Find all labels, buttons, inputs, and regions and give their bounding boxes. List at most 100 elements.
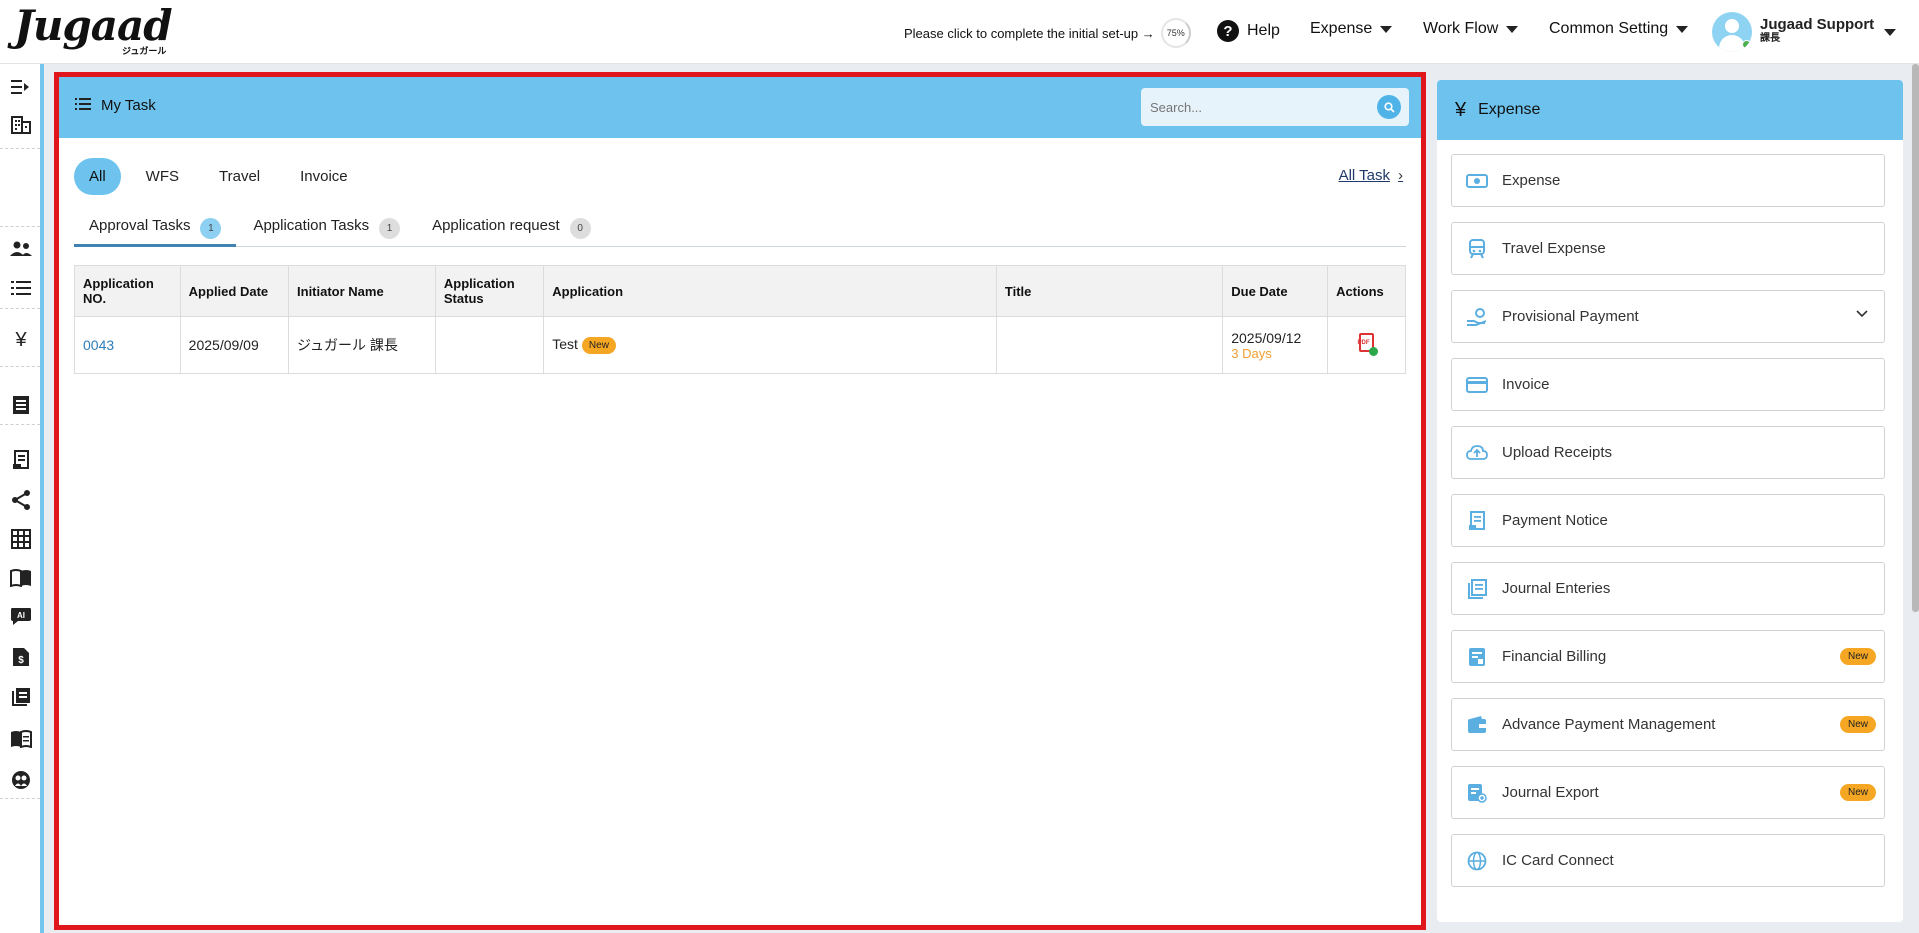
menu-item-label: Invoice <box>1502 376 1550 393</box>
menu-item-journal-export[interactable]: Journal Export New <box>1451 766 1885 819</box>
menu-item-financial-billing[interactable]: Financial Billing New <box>1451 630 1885 683</box>
ai-chat-icon[interactable]: AI <box>10 606 32 628</box>
cell-title <box>995 316 1224 374</box>
column-header-due-date[interactable]: Due Date <box>1222 265 1329 317</box>
collapse-menu-icon[interactable] <box>10 76 32 98</box>
filter-wfs[interactable]: WFS <box>131 158 194 195</box>
invoice-dollar-icon[interactable]: $ <box>10 646 32 668</box>
journal-icon <box>1466 578 1488 600</box>
tab-label: Application Tasks <box>253 217 370 234</box>
filter-travel[interactable]: Travel <box>204 158 275 195</box>
menu-item-label: Upload Receipts <box>1502 444 1613 461</box>
logo[interactable]: Jugaad ジュガール <box>14 1 174 57</box>
nav-workflow-menu[interactable]: Work Flow <box>1423 20 1519 38</box>
svg-text:$: $ <box>18 655 24 666</box>
search-input[interactable] <box>1141 99 1361 115</box>
book-icon[interactable] <box>10 567 32 589</box>
yen-icon: ¥ <box>1455 98 1467 121</box>
column-header-status[interactable]: Application Status <box>434 265 545 317</box>
tab-application-request[interactable]: Application request 0 <box>417 205 606 247</box>
menu-item-journal-entries[interactable]: Journal Enteries <box>1451 562 1885 615</box>
application-name: Test <box>552 336 578 353</box>
column-header-app-no[interactable]: Application NO. <box>74 265 181 317</box>
list-icon[interactable] <box>10 277 32 299</box>
filter-invoice[interactable]: Invoice <box>285 158 363 195</box>
setup-progress-badge: 75% <box>1160 18 1191 48</box>
menu-item-expense[interactable]: Expense <box>1451 154 1885 207</box>
menu-item-travel-expense[interactable]: Travel Expense <box>1451 222 1885 275</box>
building-icon[interactable] <box>10 114 32 136</box>
receipt-icon <box>1466 510 1488 532</box>
menu-item-label: Advance Payment Management <box>1502 716 1716 733</box>
cell-application: Test New <box>543 316 997 374</box>
help-icon: ? <box>1217 20 1239 42</box>
count-badge: 1 <box>379 218 401 239</box>
column-header-initiator[interactable]: Initiator Name <box>288 265 436 317</box>
search-button[interactable] <box>1377 95 1401 119</box>
page-scrollbar[interactable] <box>1912 64 1919 612</box>
new-badge: New <box>581 336 616 354</box>
user-name: Jugaad Support <box>1760 16 1875 33</box>
nav-expense-menu[interactable]: Expense <box>1310 20 1393 38</box>
share-icon[interactable] <box>10 489 32 511</box>
menu-item-label: IC Card Connect <box>1502 852 1614 869</box>
menu-item-upload-receipts[interactable]: Upload Receipts <box>1451 426 1885 479</box>
column-header-application[interactable]: Application <box>543 265 997 317</box>
help-link[interactable]: ? Help <box>1217 20 1280 42</box>
train-icon <box>1466 238 1488 260</box>
journal-icon[interactable] <box>10 686 32 708</box>
menu-item-advance-payment-management[interactable]: Advance Payment Management New <box>1451 698 1885 751</box>
tab-application-tasks[interactable]: Application Tasks 1 <box>238 205 415 247</box>
logo-text: Jugaad <box>14 1 173 50</box>
column-header-applied-date[interactable]: Applied Date <box>179 265 290 317</box>
expense-panel-header: ¥ Expense <box>1437 80 1903 140</box>
receipt-icon[interactable] <box>10 449 32 471</box>
cell-initiator: ジュガール 課長 <box>288 316 436 374</box>
tab-approval-tasks[interactable]: Approval Tasks 1 <box>74 205 237 247</box>
new-badge: New <box>1839 716 1876 733</box>
user-menu[interactable]: Jugaad Support 課長 <box>1712 12 1897 52</box>
all-task-link[interactable]: All Task › <box>1339 167 1403 184</box>
users-icon[interactable] <box>10 238 32 260</box>
table-row[interactable]: 0043 2025/09/09 ジュガール 課長 Test New 2025/09… <box>74 316 1406 374</box>
my-task-header: My Task <box>59 77 1421 138</box>
support-icon[interactable] <box>10 769 32 791</box>
nav-expense-label: Expense <box>1310 20 1373 37</box>
menu-item-label: Journal Enteries <box>1502 580 1611 597</box>
nav-common-setting-menu[interactable]: Common Setting <box>1549 20 1689 38</box>
cloud-upload-icon <box>1466 442 1488 464</box>
cell-app-no[interactable]: 0043 <box>74 316 181 374</box>
column-header-title[interactable]: Title <box>995 265 1224 317</box>
hand-money-icon <box>1466 306 1488 328</box>
menu-item-ic-card-connect[interactable]: IC Card Connect <box>1451 834 1885 887</box>
filter-pills: All WFS Travel Invoice <box>74 158 373 195</box>
menu-item-provisional-payment[interactable]: Provisional Payment <box>1451 290 1885 343</box>
due-days-remaining: 3 Days <box>1231 345 1272 361</box>
pdf-download-icon[interactable]: PDF <box>1356 332 1378 356</box>
search-icon <box>1383 101 1395 113</box>
table-header-row: Application NO. Applied Date Initiator N… <box>74 265 1406 317</box>
manual-icon[interactable] <box>10 728 32 750</box>
my-task-title-text: My Task <box>101 97 156 114</box>
help-label: Help <box>1247 22 1280 39</box>
globe-icon <box>1466 850 1488 872</box>
tab-label: Application request <box>432 217 560 234</box>
cash-icon <box>1466 170 1488 192</box>
menu-item-label: Journal Export <box>1502 784 1599 801</box>
setup-prompt[interactable]: Please click to complete the initial set… <box>904 18 1191 48</box>
document-icon[interactable] <box>10 394 32 416</box>
column-header-actions: Actions <box>1327 265 1406 317</box>
caret-down-icon <box>1506 25 1519 33</box>
menu-item-label: Financial Billing <box>1502 648 1607 665</box>
app-no-link[interactable]: 0043 <box>83 337 114 353</box>
filter-all[interactable]: All <box>74 158 121 195</box>
menu-item-label: Travel Expense <box>1502 240 1606 257</box>
online-status-dot <box>1742 40 1751 49</box>
expense-panel: ¥ Expense Expense Travel Expense Provisi… <box>1437 80 1903 922</box>
menu-item-invoice[interactable]: Invoice <box>1451 358 1885 411</box>
grid-icon[interactable] <box>10 528 32 550</box>
expense-panel-title: Expense <box>1478 101 1541 118</box>
menu-item-payment-notice[interactable]: Payment Notice <box>1451 494 1885 547</box>
chevron-right-icon: › <box>1398 167 1403 184</box>
yen-icon[interactable]: ¥ <box>10 329 32 351</box>
